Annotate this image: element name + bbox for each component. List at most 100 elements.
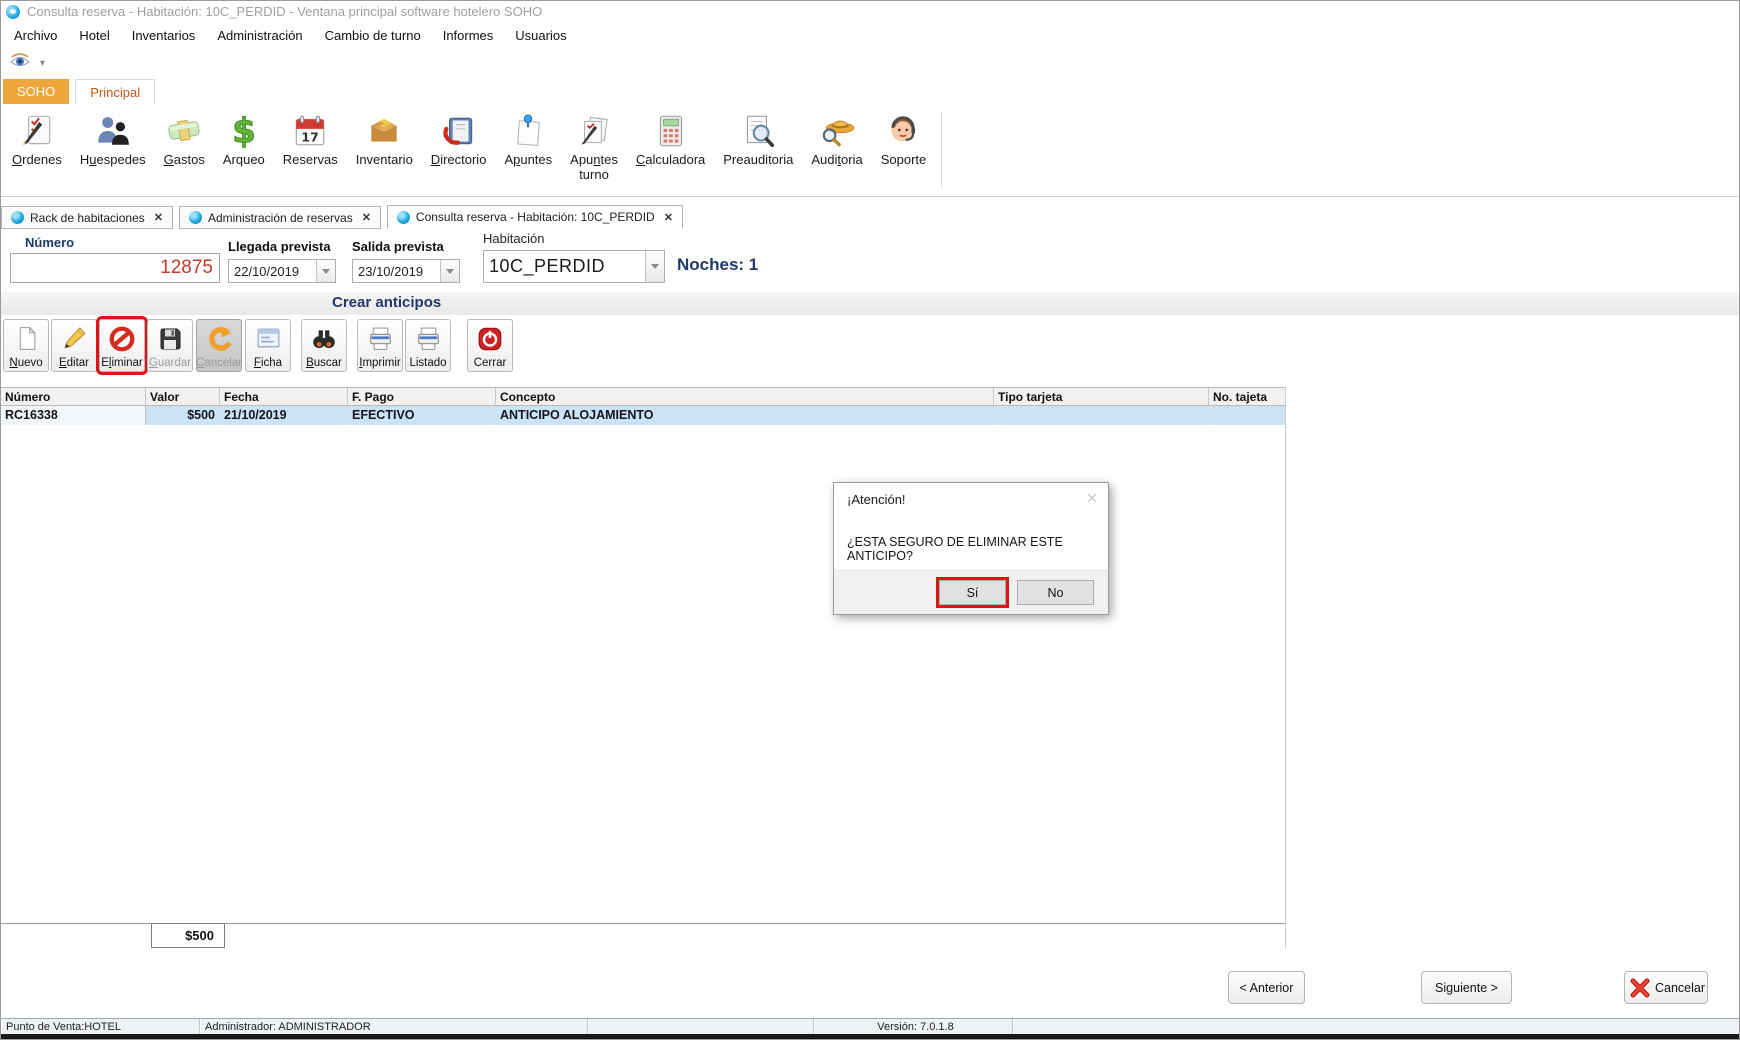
guests-icon bbox=[94, 110, 132, 152]
col-valor[interactable]: Valor bbox=[146, 388, 220, 405]
ribbon-item-soporte[interactable]: Soporte bbox=[872, 108, 936, 169]
ribbon-item-label: Apuntes bbox=[504, 152, 552, 167]
menu-archivo[interactable]: Archivo bbox=[3, 24, 68, 47]
eye-icon[interactable] bbox=[9, 52, 31, 75]
ribbon-item-reservas[interactable]: 17 Reservas bbox=[274, 108, 347, 169]
habitacion-combo[interactable]: 10C_PERDID bbox=[483, 250, 665, 283]
quick-access-dropdown-icon[interactable]: ▾ bbox=[40, 58, 44, 69]
close-icon[interactable]: ✕ bbox=[154, 211, 163, 224]
ribbon-item-inventario[interactable]: Inventario bbox=[347, 108, 422, 169]
chevron-down-icon[interactable] bbox=[645, 251, 664, 282]
ribbon-item-apuntes[interactable]: Apuntes bbox=[495, 108, 561, 169]
ribbon-item-label: Reservas bbox=[283, 152, 338, 167]
llegada-label: Llegada prevista bbox=[228, 239, 331, 254]
siguiente-button[interactable]: Siguiente > bbox=[1421, 971, 1512, 1004]
nuevo-button[interactable]: Nuevo bbox=[3, 319, 49, 372]
salida-value: 23/10/2019 bbox=[353, 264, 440, 279]
ribbon-item-label: Arqueo bbox=[223, 152, 265, 167]
cell-fecha: 21/10/2019 bbox=[220, 406, 348, 425]
menu-inventarios[interactable]: Inventarios bbox=[121, 24, 207, 47]
ribbon-tab-principal[interactable]: Principal bbox=[75, 79, 155, 104]
noches-label: Noches: 1 bbox=[677, 255, 758, 275]
ribbon-item-label: Huespedes bbox=[80, 152, 146, 167]
dialog-footer: Sí No bbox=[834, 570, 1108, 614]
soho-window: Consulta reserva - Habitación: 10C_PERDI… bbox=[0, 0, 1740, 1040]
notes-pen-icon bbox=[575, 110, 613, 152]
habitacion-label: Habitación bbox=[483, 231, 544, 246]
taskbar-strip bbox=[1, 1034, 1739, 1040]
ribbon-item-label: Ordenes bbox=[12, 152, 62, 167]
buscar-button[interactable]: Buscar bbox=[301, 319, 347, 372]
orders-icon bbox=[18, 110, 56, 152]
cell-numero: RC16338 bbox=[1, 406, 146, 425]
doctab-consulta-reserva[interactable]: Consulta reserva - Habitación: 10C_PERDI… bbox=[387, 205, 683, 229]
status-empty bbox=[1013, 1019, 1739, 1034]
cancelar-wizard-button[interactable]: Cancelar bbox=[1624, 971, 1708, 1004]
no-button[interactable]: No bbox=[1017, 580, 1094, 605]
anterior-button[interactable]: < Anterior bbox=[1228, 971, 1305, 1004]
menu-cambio-turno[interactable]: Cambio de turno bbox=[314, 24, 432, 47]
col-no-tarjeta[interactable]: No. tajeta bbox=[1209, 388, 1285, 405]
cancelar-button[interactable]: Cancelar bbox=[196, 319, 242, 372]
doctab-label: Consulta reserva - Habitación: 10C_PERDI… bbox=[416, 210, 655, 224]
calendar-icon: 17 bbox=[291, 110, 329, 152]
status-empty bbox=[588, 1019, 814, 1034]
printer-icon bbox=[367, 320, 394, 357]
ficha-button[interactable]: Ficha bbox=[245, 319, 291, 372]
dialog-title: ¡Atención! bbox=[834, 483, 1108, 507]
numero-input[interactable] bbox=[10, 253, 220, 283]
close-icon[interactable]: ✕ bbox=[362, 211, 371, 224]
close-icon[interactable]: ✕ bbox=[664, 211, 673, 224]
power-icon bbox=[476, 320, 504, 357]
ribbon-tabs: SOHO Principal bbox=[1, 78, 1739, 104]
eliminar-button[interactable]: Eliminar bbox=[99, 319, 145, 372]
menu-usuarios[interactable]: Usuarios bbox=[504, 24, 577, 47]
menu-hotel[interactable]: Hotel bbox=[68, 24, 120, 47]
cell-fpago: EFECTIVO bbox=[348, 406, 496, 425]
tab-app-icon bbox=[11, 211, 24, 224]
col-fpago[interactable]: F. Pago bbox=[348, 388, 496, 405]
menu-administracion[interactable]: Administración bbox=[206, 24, 313, 47]
yes-button[interactable]: Sí bbox=[939, 580, 1006, 605]
audit-hat-icon bbox=[818, 110, 856, 152]
ribbon-item-apuntes-turno[interactable]: Apuntesturno bbox=[561, 108, 627, 184]
close-icon[interactable]: ✕ bbox=[1086, 490, 1098, 507]
ribbon-item-huespedes[interactable]: Huespedes bbox=[71, 108, 155, 169]
ribbon-item-label: Soporte bbox=[881, 152, 927, 167]
section-band: Crear anticipos bbox=[1, 292, 1739, 315]
ribbon-item-calculadora[interactable]: Calculadora bbox=[627, 108, 714, 169]
ribbon-tab-soho[interactable]: SOHO bbox=[3, 79, 69, 104]
ribbon-item-arqueo[interactable]: $ Arqueo bbox=[214, 108, 274, 169]
editar-button[interactable]: Editar bbox=[51, 319, 97, 372]
support-icon bbox=[884, 110, 922, 152]
status-punto-venta: Punto de Venta:HOTEL bbox=[1, 1019, 200, 1034]
calculator-icon bbox=[652, 110, 690, 152]
salida-combo[interactable]: 23/10/2019 bbox=[352, 259, 460, 283]
imprimir-button[interactable]: Imprimir bbox=[357, 319, 403, 372]
doctab-administracion-reservas[interactable]: Administración de reservas ✕ bbox=[179, 206, 381, 229]
listado-button[interactable]: Listado bbox=[405, 319, 451, 372]
llegada-combo[interactable]: 22/10/2019 bbox=[228, 259, 336, 283]
form-icon bbox=[255, 320, 282, 357]
ribbon-item-directorio[interactable]: Directorio bbox=[422, 108, 496, 169]
chevron-down-icon[interactable] bbox=[440, 260, 459, 282]
col-concepto[interactable]: Concepto bbox=[496, 388, 994, 405]
cerrar-button[interactable]: Cerrar bbox=[467, 319, 513, 372]
doctab-label: Administración de reservas bbox=[208, 211, 353, 225]
col-tipo-tarjeta[interactable]: Tipo tarjeta bbox=[994, 388, 1209, 405]
ribbon-item-gastos[interactable]: Gastos bbox=[155, 108, 214, 169]
ribbon-item-label: Gastos bbox=[164, 152, 205, 167]
chevron-down-icon[interactable] bbox=[316, 260, 335, 282]
menubar: Archivo Hotel Inventarios Administración… bbox=[1, 22, 1739, 48]
col-fecha[interactable]: Fecha bbox=[220, 388, 348, 405]
ribbon-item-preauditoria[interactable]: Preauditoria bbox=[714, 108, 802, 169]
directory-icon bbox=[440, 110, 478, 152]
col-numero[interactable]: Número bbox=[1, 388, 146, 405]
doctab-rack-habitaciones[interactable]: Rack de habitaciones ✕ bbox=[1, 206, 173, 229]
menu-informes[interactable]: Informes bbox=[432, 24, 505, 47]
ribbon-item-auditoria[interactable]: Auditoria bbox=[802, 108, 871, 169]
ribbon-item-ordenes[interactable]: Ordenes bbox=[3, 108, 71, 169]
svg-text:$: $ bbox=[232, 112, 256, 150]
guardar-button[interactable]: Guardar bbox=[147, 319, 193, 372]
table-row[interactable]: RC16338 $500 21/10/2019 EFECTIVO ANTICIP… bbox=[1, 406, 1285, 425]
